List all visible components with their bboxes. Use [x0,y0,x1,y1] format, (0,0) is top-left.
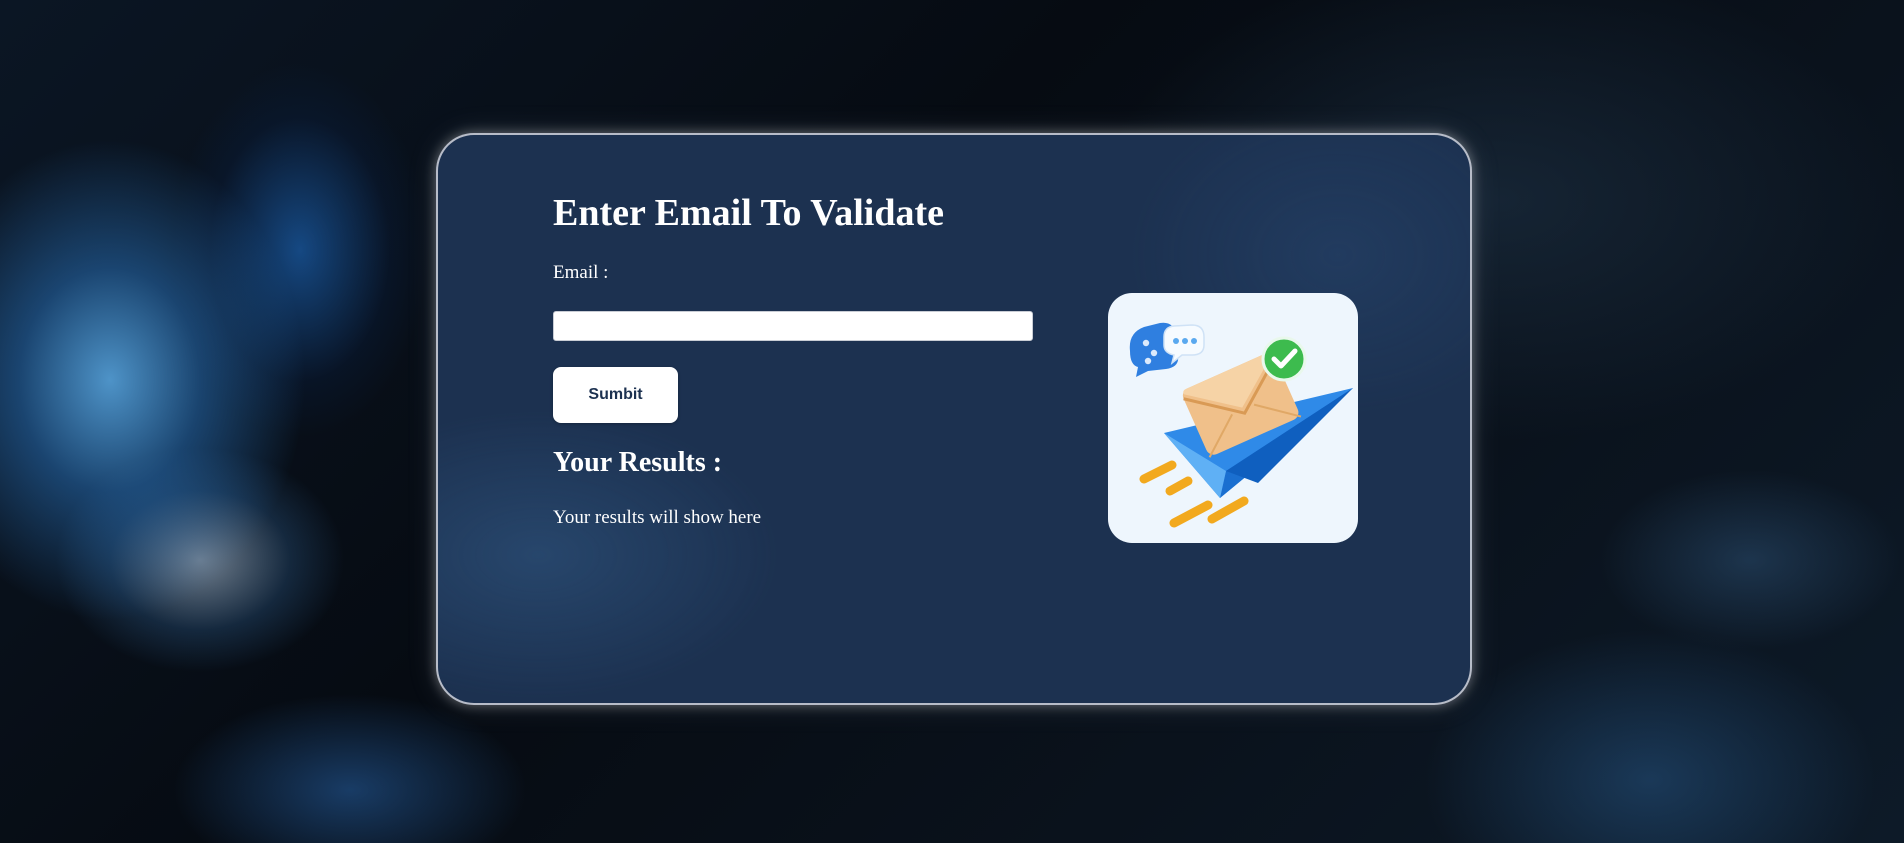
email-paper-plane-verified-icon [1129,322,1353,528]
email-illustration [1108,293,1358,543]
email-input[interactable] [553,311,1033,341]
results-text: Your results will show here [553,507,762,528]
check-badge-icon [1261,336,1307,382]
validation-card: Enter Email To Validate Email : Sumbit Y… [436,133,1472,705]
chat-bubbles-icon [1129,322,1205,377]
results-title: Your Results : [553,447,723,478]
submit-button[interactable]: Sumbit [553,367,678,423]
page-background: { "form": { "title": "Enter Email To Val… [0,0,1904,843]
email-label: Email : [553,262,609,283]
page-title: Enter Email To Validate [553,192,945,234]
